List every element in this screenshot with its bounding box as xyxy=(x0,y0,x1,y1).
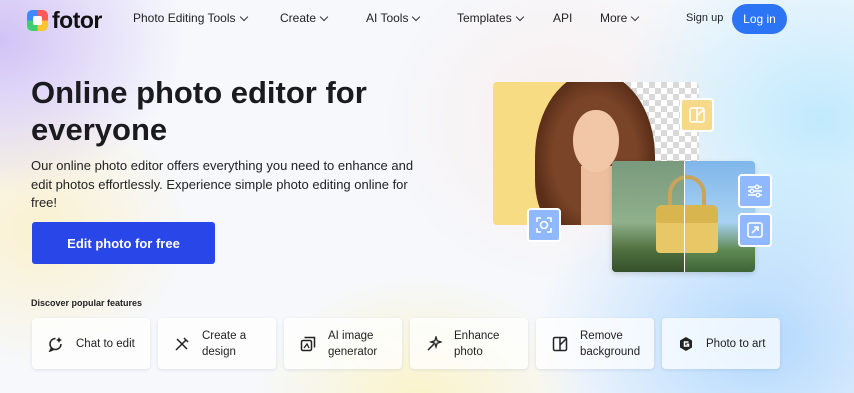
resize-tool-button[interactable] xyxy=(738,213,772,247)
nav-label: More xyxy=(600,11,628,25)
sparkle-enhance-icon xyxy=(427,335,442,351)
features-row: Chat to edit Create a design AI image ge… xyxy=(32,318,780,369)
nav-label: Photo Editing Tools xyxy=(133,11,236,25)
feature-label: Chat to edit xyxy=(76,337,135,350)
feature-label: Photo to art xyxy=(706,337,766,350)
chevron-down-icon xyxy=(631,12,640,21)
feature-label: Create a design xyxy=(202,329,247,358)
feature-enhance-photo[interactable]: Enhance photo xyxy=(410,318,528,369)
chevron-down-icon xyxy=(319,12,329,21)
feature-photo-to-art[interactable]: Photo to art xyxy=(662,318,780,369)
feature-chat-to-edit[interactable]: Chat to edit xyxy=(32,318,150,369)
adjust-tool-button[interactable] xyxy=(738,174,772,208)
feature-create-design[interactable]: Create a design xyxy=(158,318,276,369)
fotor-logo-icon xyxy=(27,10,48,31)
nav-label: Create xyxy=(280,11,317,25)
before-after-divider xyxy=(684,161,685,272)
signup-link[interactable]: Sign up xyxy=(686,12,723,24)
feature-label: Remove background xyxy=(580,329,641,358)
login-button[interactable]: Log in xyxy=(732,4,787,34)
nav-api[interactable]: API xyxy=(553,11,572,25)
chevron-down-icon xyxy=(515,12,524,21)
nav-create[interactable]: Create xyxy=(280,11,329,25)
cutout-tool-button[interactable] xyxy=(680,98,714,132)
feature-remove-background[interactable]: Remove background xyxy=(536,318,654,369)
nav-photo-editing-tools[interactable]: Photo Editing Tools xyxy=(133,11,248,25)
top-navigation: fotor Photo Editing Tools Create AI Tool… xyxy=(0,0,854,38)
chevron-down-icon xyxy=(239,12,248,21)
fotor-logo[interactable]: fotor xyxy=(27,7,102,34)
feature-label: Enhance photo xyxy=(454,329,500,358)
cutout-icon xyxy=(689,107,705,123)
feature-ai-image-generator[interactable]: AI image generator xyxy=(284,318,402,369)
nav-ai-tools[interactable]: AI Tools xyxy=(366,11,421,25)
nav-templates[interactable]: Templates xyxy=(457,11,524,25)
hero-handbag-image xyxy=(612,161,755,272)
features-heading: Discover popular features xyxy=(31,298,143,308)
remove-bg-icon xyxy=(552,336,568,351)
art-hexagon-icon xyxy=(680,336,692,351)
nav-label: AI Tools xyxy=(366,11,409,25)
ai-image-icon xyxy=(300,336,316,351)
hero-title: Online photo editor for everyone xyxy=(31,75,367,147)
resize-icon xyxy=(747,222,763,238)
hero-description: Our online photo editor offers everythin… xyxy=(31,158,414,210)
nav-label: Templates xyxy=(457,11,512,25)
brand-name: fotor xyxy=(52,7,102,33)
chevron-down-icon xyxy=(412,12,421,21)
nav-more[interactable]: More xyxy=(600,11,640,25)
feature-label: AI image generator xyxy=(328,329,378,358)
nav-label: API xyxy=(553,11,573,25)
chat-edit-icon xyxy=(48,336,62,352)
design-pen-icon xyxy=(175,336,189,351)
edit-photo-cta-button[interactable]: Edit photo for free xyxy=(32,222,215,264)
ai-scan-icon xyxy=(536,217,552,233)
ai-enhance-tool-button[interactable] xyxy=(527,208,561,242)
sliders-icon xyxy=(748,184,762,198)
